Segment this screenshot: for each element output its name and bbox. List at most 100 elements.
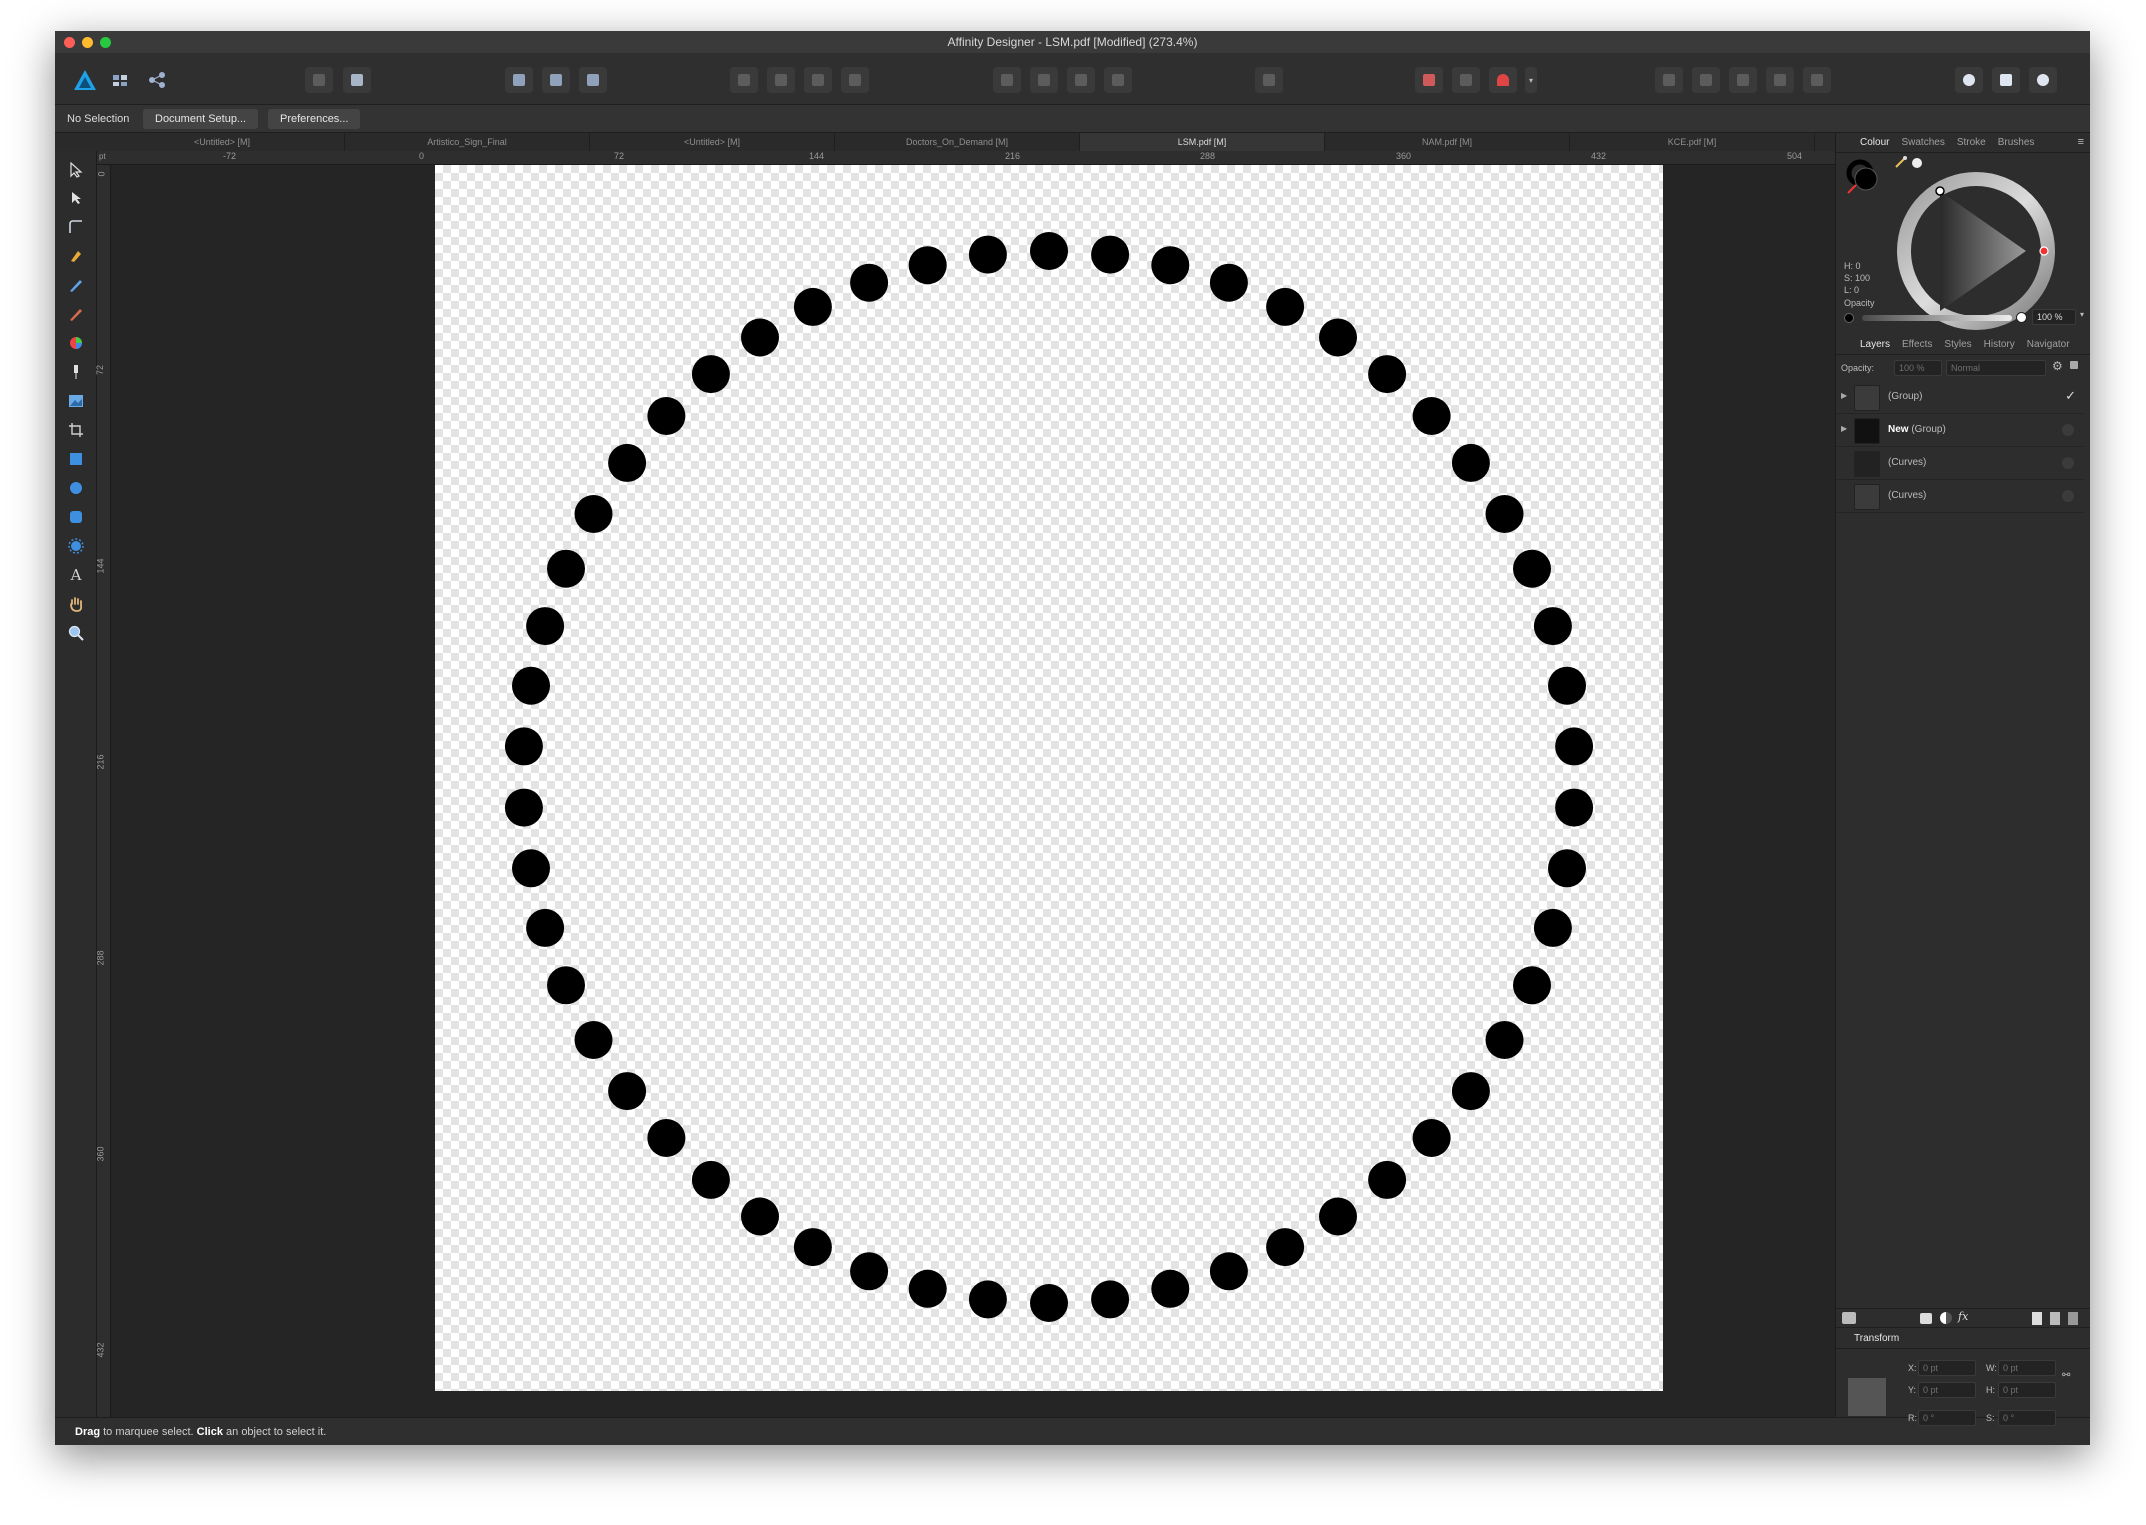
dot-ring-artwork[interactable] (435, 165, 1663, 1391)
ring-dot[interactable] (691, 355, 730, 394)
ring-dot[interactable] (1451, 443, 1490, 482)
fill-tool-icon[interactable] (65, 332, 87, 354)
add-layer-icon[interactable] (2032, 1312, 2042, 1325)
document-tab[interactable]: Doctors_On_Demand [M] (835, 133, 1080, 151)
artboard[interactable] (435, 165, 1663, 1391)
snapping-options-icon[interactable] (1452, 67, 1480, 93)
ring-dot[interactable] (1412, 1119, 1451, 1157)
ring-dot[interactable] (1485, 1021, 1524, 1059)
ring-dot[interactable] (1319, 318, 1357, 357)
canvas-area[interactable] (111, 165, 1835, 1417)
hand-tool-icon[interactable] (65, 593, 87, 615)
ring-dot[interactable] (1091, 1280, 1130, 1319)
insert-behind-icon[interactable] (1992, 67, 2020, 93)
hsl-adjust-icon[interactable] (343, 67, 371, 93)
ring-dot[interactable] (547, 549, 585, 588)
vector-brush-tool-icon[interactable] (65, 303, 87, 325)
ring-dot[interactable] (647, 1119, 686, 1157)
export-persona-icon[interactable] (143, 67, 171, 93)
boolean-add-icon[interactable] (1655, 67, 1683, 93)
ring-dot[interactable] (691, 1160, 730, 1199)
layers-stack-icon[interactable] (1842, 1312, 1856, 1324)
visibility-check-icon[interactable]: ✓ (2065, 388, 2076, 404)
ring-dot[interactable] (574, 495, 613, 533)
ring-dot[interactable] (1513, 549, 1551, 588)
ring-dot[interactable] (1209, 1252, 1248, 1291)
text-tool-icon[interactable]: A (65, 564, 87, 586)
noise-swatch-icon[interactable] (1912, 158, 1922, 168)
adjustment-icon[interactable] (1940, 1312, 1952, 1324)
transform-origin-icon[interactable] (542, 67, 570, 93)
transform-title[interactable]: Transform (1854, 1333, 1899, 1344)
ring-dot[interactable] (504, 788, 543, 827)
lock-icon[interactable] (2070, 361, 2078, 369)
ring-dot[interactable] (608, 443, 647, 482)
pixel-persona-icon[interactable] (107, 67, 135, 93)
snapping-magnet-icon[interactable] (1489, 67, 1517, 93)
preferences-button[interactable]: Preferences... (268, 109, 361, 129)
tab-swatches[interactable]: Swatches (1895, 133, 1950, 152)
layer-row[interactable]: ▶ (Group) ✓ (1836, 381, 2084, 414)
rounded-rectangle-tool-icon[interactable] (65, 506, 87, 528)
ring-dot[interactable] (850, 263, 889, 302)
opacity-slider-handle[interactable] (2016, 312, 2027, 323)
ring-dot[interactable] (1555, 727, 1594, 766)
ring-dot[interactable] (1548, 666, 1586, 705)
pen-tool-icon[interactable] (65, 245, 87, 267)
move-forward-one-icon[interactable] (804, 67, 832, 93)
ring-dot[interactable] (908, 246, 947, 285)
tab-layers[interactable]: Layers (1854, 335, 1896, 354)
ring-dot[interactable] (1151, 246, 1190, 285)
ring-dot[interactable] (1412, 397, 1451, 435)
document-tab[interactable]: Artistico_Sign_Final (345, 133, 590, 151)
ring-dot[interactable] (512, 849, 550, 888)
grid-icon[interactable] (1415, 67, 1443, 93)
ring-dot[interactable] (1451, 1072, 1490, 1111)
ring-dot[interactable] (968, 235, 1007, 274)
transparency-tool-icon[interactable] (65, 361, 87, 383)
tab-navigator[interactable]: Navigator (2021, 335, 2076, 354)
tab-stroke[interactable]: Stroke (1951, 133, 1992, 152)
tab-colour[interactable]: Colour (1854, 133, 1895, 152)
ring-dot[interactable] (526, 908, 565, 947)
flip-horizontal-icon[interactable] (993, 67, 1021, 93)
ring-dot[interactable] (968, 1280, 1007, 1319)
align-icon[interactable] (1255, 67, 1283, 93)
document-setup-button[interactable]: Document Setup... (143, 109, 259, 129)
ring-dot[interactable] (793, 287, 832, 326)
bounding-box-icon[interactable] (579, 67, 607, 93)
rectangle-tool-icon[interactable] (65, 448, 87, 470)
flip-vertical-icon[interactable] (1030, 67, 1058, 93)
artboard-tool-icon[interactable] (65, 419, 87, 441)
ring-dot[interactable] (608, 1072, 647, 1111)
ring-dot[interactable] (504, 727, 543, 766)
node-tool-icon[interactable] (65, 187, 87, 209)
zoom-tool-icon[interactable] (65, 622, 87, 644)
move-to-front-icon[interactable] (841, 67, 869, 93)
add-pixel-layer-icon[interactable] (2050, 1312, 2060, 1325)
place-image-tool-icon[interactable] (65, 390, 87, 412)
layer-row[interactable]: (Curves) (1836, 447, 2084, 480)
ring-dot[interactable] (1533, 908, 1572, 947)
minimize-window-button[interactable] (82, 37, 93, 48)
ring-dot[interactable] (1485, 495, 1524, 533)
anchor-selector-icon[interactable] (1848, 1378, 1886, 1416)
mask-layer-icon[interactable] (1920, 1313, 1932, 1324)
shear-input[interactable]: 0 ° (1998, 1410, 2056, 1426)
tab-styles[interactable]: Styles (1938, 335, 1977, 354)
document-tab[interactable]: KCE.pdf [M] (1570, 133, 1815, 151)
ring-dot[interactable] (1555, 788, 1594, 827)
ring-dot[interactable] (793, 1228, 832, 1267)
link-aspect-icon[interactable]: ⚯ (2062, 1370, 2070, 1381)
boolean-xor-icon[interactable] (1766, 67, 1794, 93)
expand-arrow-icon[interactable]: ▶ (1841, 424, 1847, 433)
layer-row[interactable]: ▶ New (Group) (1836, 414, 2084, 447)
ring-dot[interactable] (1209, 263, 1248, 302)
opacity-input[interactable]: 100 % (2032, 309, 2076, 325)
zoom-window-button[interactable] (100, 37, 111, 48)
blend-mode-select[interactable]: Normal (1946, 360, 2046, 376)
ring-dot[interactable] (1091, 235, 1130, 274)
tab-brushes[interactable]: Brushes (1992, 133, 2041, 152)
opacity-slider[interactable] (1862, 315, 2012, 321)
rotation-input[interactable]: 0 ° (1918, 1410, 1976, 1426)
